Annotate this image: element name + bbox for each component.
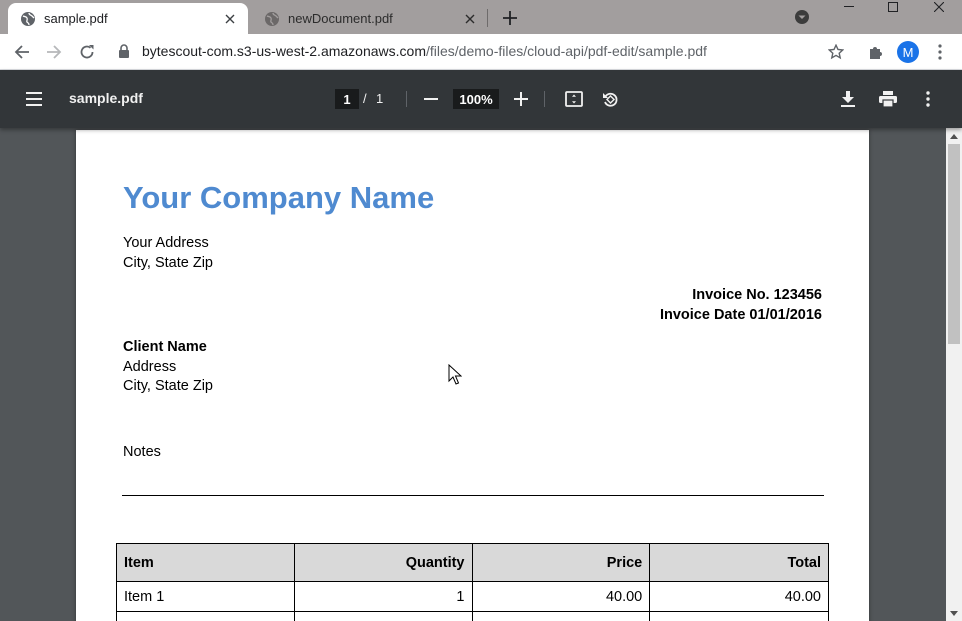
reload-icon bbox=[80, 45, 94, 59]
url-path: /files/demo-files/cloud-api/pdf-edit/sam… bbox=[426, 43, 707, 59]
cell-total: 60.00 bbox=[649, 611, 829, 621]
table-row: Item 2 2 30.00 60.00 bbox=[116, 611, 829, 621]
scrollbar-thumb[interactable] bbox=[948, 144, 960, 344]
pdf-viewer[interactable]: Your Company Name Your Address City, Sta… bbox=[0, 128, 946, 621]
pdf-page: Your Company Name Your Address City, Sta… bbox=[76, 130, 869, 621]
company-address: Your Address bbox=[123, 235, 209, 251]
close-icon[interactable] bbox=[460, 9, 480, 29]
zoom-out-button[interactable] bbox=[419, 87, 443, 111]
reload-button[interactable] bbox=[75, 40, 99, 64]
tab-title: newDocument.pdf bbox=[288, 11, 393, 26]
mouse-cursor-icon bbox=[448, 364, 462, 385]
scroll-down-button[interactable] bbox=[946, 605, 962, 621]
back-button[interactable] bbox=[10, 40, 34, 64]
page-number-input[interactable]: 1 bbox=[335, 89, 359, 109]
profile-button[interactable]: M bbox=[896, 40, 920, 64]
zoom-in-button[interactable] bbox=[509, 87, 533, 111]
forward-button[interactable] bbox=[42, 40, 66, 64]
document-title: sample.pdf bbox=[69, 90, 143, 106]
hamburger-menu-icon[interactable] bbox=[24, 88, 46, 110]
maximize-icon bbox=[888, 2, 898, 12]
column-header-item: Item bbox=[116, 543, 295, 582]
tab-divider bbox=[487, 9, 488, 27]
tab-sample-pdf[interactable]: sample.pdf bbox=[8, 3, 248, 34]
puzzle-icon bbox=[870, 47, 882, 59]
caret-up-icon bbox=[950, 133, 958, 139]
plus-icon bbox=[503, 11, 517, 25]
company-name: Your Company Name bbox=[123, 180, 435, 215]
star-icon bbox=[828, 44, 844, 60]
minimize-icon bbox=[844, 6, 854, 7]
new-tab-button[interactable] bbox=[498, 6, 522, 30]
notes-divider bbox=[122, 495, 824, 496]
cell-quantity: 1 bbox=[293, 581, 473, 612]
more-actions-button[interactable] bbox=[916, 87, 940, 111]
print-button[interactable] bbox=[876, 87, 900, 111]
cell-quantity: 2 bbox=[293, 611, 473, 621]
maximize-button[interactable] bbox=[870, 0, 916, 14]
tab-strip: sample.pdf newDocument.pdf bbox=[0, 0, 962, 34]
download-button[interactable] bbox=[836, 87, 860, 111]
close-icon[interactable] bbox=[220, 9, 240, 29]
page-separator: / bbox=[363, 91, 367, 106]
caret-down-icon bbox=[950, 610, 958, 616]
cell-price: 40.00 bbox=[471, 581, 651, 612]
tab-new-document-pdf[interactable]: newDocument.pdf bbox=[252, 3, 488, 34]
invoice-number: Invoice No. 123456 bbox=[692, 287, 822, 303]
column-header-quantity: Quantity bbox=[293, 543, 473, 582]
pdf-toolbar: sample.pdf 1 / 1 100% bbox=[0, 70, 962, 128]
scroll-up-button[interactable] bbox=[946, 128, 962, 144]
page-total: 1 bbox=[376, 91, 384, 106]
browser-toolbar: bytescout-com.s3-us-west-2.amazonaws.com… bbox=[0, 34, 962, 70]
cell-price: 30.00 bbox=[471, 611, 651, 621]
url-host: bytescout-com.s3-us-west-2.amazonaws.com bbox=[142, 43, 426, 59]
company-city: City, State Zip bbox=[123, 255, 213, 271]
download-icon bbox=[841, 91, 855, 107]
notes-label: Notes bbox=[123, 444, 161, 460]
column-header-total: Total bbox=[649, 543, 829, 582]
cell-item: Item 2 bbox=[116, 611, 295, 621]
printer-icon bbox=[879, 91, 897, 107]
lock-icon[interactable] bbox=[118, 44, 130, 58]
column-header-price: Price bbox=[471, 543, 651, 582]
arrow-left-icon bbox=[14, 45, 29, 59]
invoice-items-table: Item Quantity Price Total Item 1 1 40.00… bbox=[116, 543, 829, 621]
table-header-row: Item Quantity Price Total bbox=[116, 543, 829, 582]
globe-icon bbox=[265, 11, 279, 26]
client-address: Address bbox=[123, 359, 177, 375]
invoice-date: Invoice Date 01/01/2016 bbox=[659, 307, 822, 323]
minus-icon bbox=[424, 98, 438, 100]
address-bar[interactable]: bytescout-com.s3-us-west-2.amazonaws.com… bbox=[118, 43, 707, 59]
zoom-input[interactable]: 100% bbox=[453, 89, 499, 109]
plus-icon bbox=[514, 92, 528, 106]
client-city: City, State Zip bbox=[123, 378, 213, 394]
tab-search-icon[interactable] bbox=[793, 8, 811, 26]
rotate-icon bbox=[603, 92, 618, 107]
close-window-button[interactable] bbox=[916, 0, 962, 14]
arrow-right-icon bbox=[47, 45, 62, 59]
client-name: Client Name bbox=[123, 339, 207, 355]
vertical-scrollbar[interactable] bbox=[946, 128, 962, 621]
table-row: Item 1 1 40.00 40.00 bbox=[116, 581, 829, 612]
rotate-button[interactable] bbox=[598, 87, 622, 111]
toolbar-divider bbox=[406, 91, 407, 107]
bookmark-button[interactable] bbox=[824, 40, 848, 64]
tab-title: sample.pdf bbox=[44, 11, 108, 26]
cell-item: Item 1 bbox=[116, 581, 295, 612]
extensions-button[interactable] bbox=[864, 40, 888, 64]
minimize-button[interactable] bbox=[826, 0, 872, 14]
cell-total: 40.00 bbox=[649, 581, 829, 612]
avatar: M bbox=[897, 41, 919, 63]
globe-icon bbox=[21, 11, 35, 26]
toolbar-divider bbox=[544, 91, 545, 107]
kebab-menu-icon bbox=[938, 44, 942, 60]
fit-page-icon bbox=[565, 91, 583, 107]
close-icon bbox=[934, 2, 944, 12]
browser-menu-button[interactable] bbox=[928, 40, 952, 64]
kebab-menu-icon bbox=[926, 91, 930, 107]
fit-to-page-button[interactable] bbox=[562, 87, 586, 111]
